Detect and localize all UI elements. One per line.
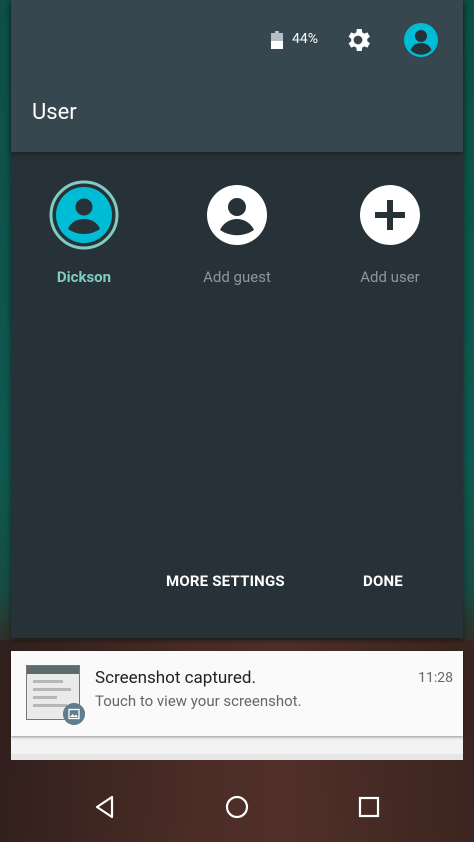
user-label: Add guest [203, 268, 271, 286]
add-icon [360, 185, 420, 245]
home-icon[interactable] [222, 792, 252, 822]
page-title: User [32, 100, 77, 125]
notification-screenshot[interactable]: Screenshot captured. Touch to view your … [11, 651, 463, 736]
more-settings-button[interactable]: MORE SETTINGS [166, 572, 285, 590]
notification-text: Touch to view your screenshot. [95, 692, 302, 710]
user-tile-add-user[interactable]: Add user [320, 180, 460, 286]
navigation-bar [0, 770, 474, 842]
user-tile-dickson[interactable]: Dickson [14, 180, 154, 286]
notification-time: 11:28 [418, 670, 453, 686]
battery-icon [271, 31, 283, 49]
user-label: Dickson [56, 268, 112, 286]
recents-icon[interactable] [354, 792, 384, 822]
notification-stack [11, 736, 463, 754]
back-icon[interactable] [90, 792, 120, 822]
quick-settings-header: 44% User [11, 0, 463, 152]
user-avatar-icon[interactable] [404, 23, 438, 57]
notification-title: Screenshot captured. [95, 668, 256, 688]
quick-settings-panel: 44% User Dickson Add guest Add user MORE… [11, 0, 463, 638]
guest-avatar-icon [207, 185, 267, 245]
user-label: Add user [360, 268, 420, 286]
image-icon [63, 703, 85, 725]
user-tile-add-guest[interactable]: Add guest [167, 180, 307, 286]
settings-gear-icon[interactable] [343, 25, 373, 55]
done-button[interactable]: DONE [363, 572, 403, 590]
user-avatar-icon [49, 180, 119, 250]
battery-percent: 44% [292, 31, 318, 47]
